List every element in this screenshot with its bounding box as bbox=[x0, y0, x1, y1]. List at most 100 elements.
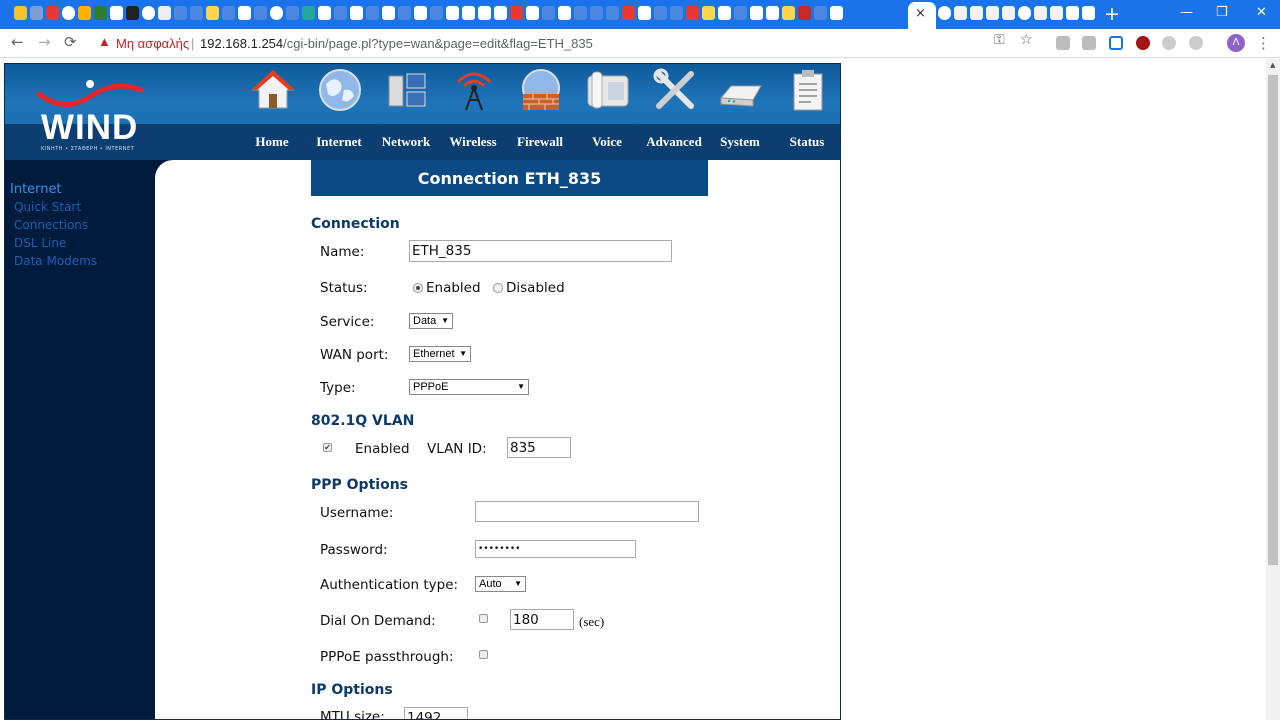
url-text[interactable]: 192.168.1.254/cgi-bin/page.pl?type=wan&p… bbox=[200, 36, 593, 51]
tab-favicon-icon[interactable] bbox=[1050, 6, 1063, 20]
tab-favicon-icon[interactable] bbox=[302, 6, 315, 20]
tab-favicon-icon[interactable] bbox=[478, 6, 491, 20]
tab-favicon-icon[interactable] bbox=[110, 6, 123, 20]
tab-favicon-icon[interactable] bbox=[318, 6, 331, 20]
status-disabled-radio[interactable] bbox=[493, 283, 503, 293]
menu-icon[interactable]: ⋮ bbox=[1256, 34, 1271, 52]
mtu-input[interactable] bbox=[404, 707, 468, 719]
tab-favicon-icon[interactable] bbox=[398, 6, 411, 20]
tab-favicon-icon[interactable] bbox=[350, 6, 363, 20]
extension-icon[interactable] bbox=[1189, 36, 1203, 50]
nav-advanced[interactable]: Advanced bbox=[641, 64, 707, 160]
tab-favicon-icon[interactable] bbox=[270, 6, 283, 20]
tab-favicon-icon[interactable] bbox=[814, 6, 827, 20]
tab-favicon-icon[interactable] bbox=[654, 6, 667, 20]
tab-favicon-icon[interactable] bbox=[94, 6, 107, 20]
tab-favicon-icon[interactable] bbox=[334, 6, 347, 20]
tab-favicon-icon[interactable] bbox=[46, 6, 59, 20]
tab-favicon-icon[interactable] bbox=[526, 6, 539, 20]
active-tab[interactable]: × bbox=[908, 2, 936, 29]
tab-favicon-icon[interactable] bbox=[686, 6, 699, 20]
tab-favicon-icon[interactable] bbox=[702, 6, 715, 20]
sidebar-item-dsl-line[interactable]: DSL Line bbox=[14, 236, 66, 250]
tab-favicon-icon[interactable] bbox=[462, 6, 475, 20]
tab-favicon-icon[interactable] bbox=[158, 6, 171, 20]
tab-favicon-icon[interactable] bbox=[830, 6, 843, 20]
sidebar-title[interactable]: Internet bbox=[10, 182, 62, 197]
tab-favicon-icon[interactable] bbox=[938, 6, 951, 20]
tab-favicon-icon[interactable] bbox=[30, 6, 43, 20]
nav-system[interactable]: System bbox=[707, 64, 773, 160]
tab-favicon-icon[interactable] bbox=[126, 6, 139, 20]
tab-favicon-icon[interactable] bbox=[190, 6, 203, 20]
tab-favicon-icon[interactable] bbox=[174, 6, 187, 20]
page-scrollbar[interactable]: ▲ bbox=[1266, 59, 1280, 720]
tab-favicon-icon[interactable] bbox=[622, 6, 635, 20]
tab-favicon-icon[interactable] bbox=[1018, 6, 1031, 20]
star-icon[interactable]: ☆ bbox=[1020, 32, 1033, 48]
extension-icon[interactable] bbox=[1136, 36, 1150, 50]
tab-favicon-icon[interactable] bbox=[446, 6, 459, 20]
sidebar-item-data-modems[interactable]: Data Modems bbox=[14, 254, 97, 268]
vlan-enabled-checkbox[interactable]: ✔ bbox=[323, 443, 332, 452]
tab-favicon-icon[interactable] bbox=[574, 6, 587, 20]
tab-favicon-icon[interactable] bbox=[606, 6, 619, 20]
tab-favicon-icon[interactable] bbox=[62, 6, 75, 20]
tab-favicon-icon[interactable] bbox=[78, 6, 91, 20]
warning-icon[interactable]: ▲ bbox=[98, 34, 111, 49]
sidebar-item-connections[interactable]: Connections bbox=[14, 218, 88, 232]
new-tab-button[interactable]: + bbox=[1104, 3, 1120, 25]
status-disabled-label[interactable]: Disabled bbox=[506, 280, 565, 296]
tab-favicon-icon[interactable] bbox=[558, 6, 571, 20]
nav-firewall[interactable]: Firewall bbox=[507, 64, 573, 160]
scroll-up-icon[interactable]: ▲ bbox=[1270, 61, 1275, 69]
name-input[interactable] bbox=[409, 240, 672, 262]
tab-favicon-icon[interactable] bbox=[766, 6, 779, 20]
tab-favicon-icon[interactable] bbox=[286, 6, 299, 20]
extension-icon[interactable] bbox=[1162, 36, 1176, 50]
nav-network[interactable]: Network bbox=[373, 64, 439, 160]
extension-icon[interactable] bbox=[1082, 36, 1096, 50]
auth-type-select[interactable]: Auto ▼ bbox=[475, 576, 526, 592]
maximize-button[interactable]: ❐ bbox=[1216, 5, 1228, 20]
nav-voice[interactable]: Voice bbox=[574, 64, 640, 160]
type-select[interactable]: PPPoE ▼ bbox=[409, 379, 529, 395]
back-icon[interactable]: ← bbox=[11, 33, 24, 51]
tab-favicon-icon[interactable] bbox=[1002, 6, 1015, 20]
tab-favicon-icon[interactable] bbox=[222, 6, 235, 20]
tab-favicon-icon[interactable] bbox=[798, 6, 811, 20]
status-enabled-label[interactable]: Enabled bbox=[426, 280, 481, 296]
tab-favicon-icon[interactable] bbox=[986, 6, 999, 20]
extension-icon[interactable] bbox=[1109, 36, 1123, 50]
tab-favicon-icon[interactable] bbox=[718, 6, 731, 20]
tab-favicon-icon[interactable] bbox=[638, 6, 651, 20]
tab-favicon-icon[interactable] bbox=[734, 6, 747, 20]
service-select[interactable]: Data ▼ bbox=[409, 313, 453, 329]
password-input[interactable]: •••••••• bbox=[475, 540, 636, 558]
dial-on-demand-input[interactable] bbox=[510, 609, 574, 630]
wan-port-select[interactable]: Ethernet ▼ bbox=[409, 346, 471, 362]
reload-icon[interactable]: ⟳ bbox=[64, 33, 77, 51]
tab-favicon-icon[interactable] bbox=[1082, 6, 1095, 20]
profile-avatar[interactable]: Λ bbox=[1227, 34, 1245, 52]
address-bar[interactable]: ▲ Μη ασφαλής | 192.168.1.254/cgi-bin/pag… bbox=[90, 33, 1045, 54]
pinned-tabs[interactable] bbox=[14, 6, 904, 23]
tab-favicon-icon[interactable] bbox=[590, 6, 603, 20]
extension-icon[interactable] bbox=[1056, 36, 1070, 50]
minimize-button[interactable]: — bbox=[1180, 5, 1193, 20]
tab-favicon-icon[interactable] bbox=[430, 6, 443, 20]
tab-favicon-icon[interactable] bbox=[206, 6, 219, 20]
tab-favicon-icon[interactable] bbox=[14, 6, 27, 20]
forward-icon[interactable]: → bbox=[38, 33, 51, 51]
nav-home[interactable]: Home bbox=[239, 64, 305, 160]
vlan-id-input[interactable] bbox=[507, 437, 571, 458]
tab-favicon-icon[interactable] bbox=[782, 6, 795, 20]
tabs-right[interactable] bbox=[938, 6, 1096, 23]
nav-internet[interactable]: Internet bbox=[306, 64, 372, 160]
username-input[interactable] bbox=[475, 501, 699, 522]
tab-favicon-icon[interactable] bbox=[670, 6, 683, 20]
tab-favicon-icon[interactable] bbox=[494, 6, 507, 20]
tab-favicon-icon[interactable] bbox=[1034, 6, 1047, 20]
tab-favicon-icon[interactable] bbox=[254, 6, 267, 20]
scrollbar-thumb[interactable] bbox=[1268, 75, 1278, 565]
